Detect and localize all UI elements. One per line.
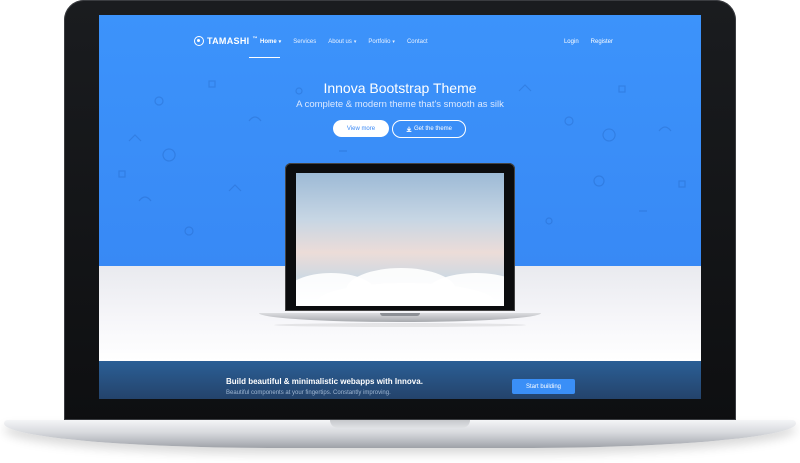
chevron-down-icon: ▾ xyxy=(278,39,282,45)
brand-logo[interactable]: TAMASHI ™ xyxy=(194,36,258,46)
active-nav-indicator xyxy=(249,57,280,58)
chevron-down-icon: ▾ xyxy=(353,39,357,45)
download-icon xyxy=(406,126,412,132)
macbook-mockup-notch xyxy=(380,313,420,316)
logo-icon xyxy=(194,36,204,46)
macbook-mockup-shadow xyxy=(274,323,526,327)
nav-item-label: Services xyxy=(293,39,317,45)
macbook-mockup-screen xyxy=(296,173,504,306)
laptop-base-notch xyxy=(330,420,470,428)
cta-subtitle: Beautiful components at your fingertips.… xyxy=(226,390,391,396)
auth-links: Login Register xyxy=(564,39,613,45)
nav-item-portfolio[interactable]: Portfolio ▾ xyxy=(362,39,401,45)
nav-item-home[interactable]: Home ▾ xyxy=(254,39,287,45)
laptop-screen: TAMASHI ™ Home ▾ Services About us ▾ Portf… xyxy=(99,15,701,399)
hero-subtitle: A complete & modern theme that's smooth … xyxy=(296,99,504,110)
cta-band: Build beautiful & minimalistic webapps w… xyxy=(99,361,701,399)
get-the-theme-button[interactable]: Get the theme xyxy=(392,120,466,138)
login-link[interactable]: Login xyxy=(564,39,579,45)
nav-item-label: About us xyxy=(328,39,352,45)
view-more-button[interactable]: View more xyxy=(333,120,389,137)
logo-text: TAMASHI xyxy=(207,36,250,46)
cta-title: Build beautiful & minimalistic webapps w… xyxy=(226,377,423,386)
get-the-theme-label: Get the theme xyxy=(413,126,453,132)
start-building-button[interactable]: Start building xyxy=(512,379,575,394)
nav-item-contact[interactable]: Contact xyxy=(401,39,434,45)
nav-links: Home ▾ Services About us ▾ Portfolio ▾ Cont… xyxy=(254,39,434,45)
nav-item-label: Home xyxy=(260,39,277,45)
nav-item-about-us[interactable]: About us ▾ xyxy=(322,39,362,45)
chevron-down-icon: ▾ xyxy=(392,39,395,45)
nav-item-services[interactable]: Services xyxy=(287,39,322,45)
register-link[interactable]: Register xyxy=(591,39,613,45)
hero-title: Innova Bootstrap Theme xyxy=(323,80,477,96)
nav-item-label: Contact xyxy=(406,39,428,45)
nav-item-label: Portfolio xyxy=(368,39,391,45)
top-nav: TAMASHI ™ Home ▾ Services About us ▾ Portf… xyxy=(99,15,701,61)
